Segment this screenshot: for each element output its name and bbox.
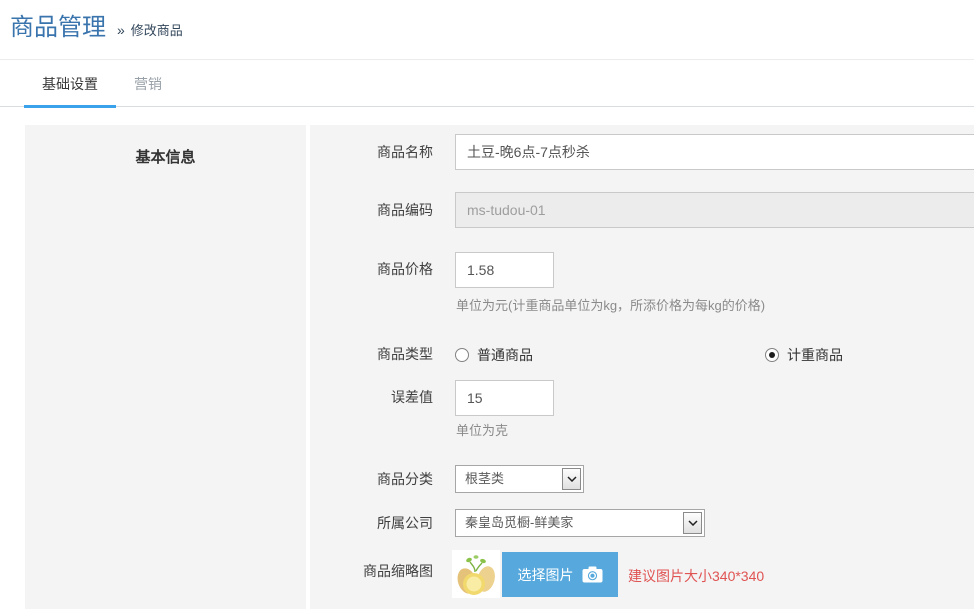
image-size-hint: 建议图片大小340*340 (628, 566, 764, 586)
choose-image-button[interactable]: 选择图片 (502, 552, 618, 597)
tab-label: 营销 (134, 76, 162, 92)
product-code-input (455, 192, 974, 228)
breadcrumb-separator-icon: » (117, 22, 125, 38)
company-select[interactable]: 秦皇岛觅橱-鲜美家 (455, 509, 705, 537)
tab-basic-settings[interactable]: 基础设置 (24, 61, 116, 108)
sidebar: 基本信息 (25, 125, 306, 609)
product-edit-page: 商品管理 » 修改商品 基础设置 营销 基本信息 商品名称 商品编码 商品价格 单… (0, 0, 974, 609)
radio-normal-product[interactable]: 普通商品 (455, 345, 533, 365)
category-selected-value: 根茎类 (465, 466, 504, 492)
form-panel: 商品名称 商品编码 商品价格 单位为元(计重商品单位为kg，所添价格为每kg的价… (310, 125, 974, 609)
tolerance-label: 误差值 (337, 387, 433, 407)
sidebar-section-basic-info: 基本信息 (25, 125, 306, 167)
content-area: 基本信息 商品名称 商品编码 商品价格 单位为元(计重商品单位为kg，所添价格为… (0, 125, 974, 609)
radio-circle-icon (455, 348, 469, 362)
chevron-down-icon (562, 468, 581, 490)
potato-image (452, 550, 500, 598)
radio-label: 普通商品 (477, 345, 533, 365)
product-type-label: 商品类型 (337, 344, 433, 364)
page-header: 商品管理 » 修改商品 (0, 0, 974, 60)
thumbnail-label: 商品缩略图 (337, 561, 433, 581)
choose-image-label: 选择图片 (518, 565, 574, 585)
camera-icon (582, 566, 603, 583)
radio-weighed-product[interactable]: 计重商品 (765, 345, 843, 365)
product-name-label: 商品名称 (337, 142, 433, 162)
breadcrumb: » 修改商品 (117, 20, 183, 39)
product-code-label: 商品编码 (337, 200, 433, 220)
chevron-down-icon (683, 512, 702, 534)
price-unit-hint: 单位为元(计重商品单位为kg，所添价格为每kg的价格) (456, 295, 765, 314)
thumbnail-preview-image (452, 550, 500, 598)
company-label: 所属公司 (337, 513, 433, 533)
product-price-input[interactable] (455, 252, 554, 288)
page-title: 商品管理 (10, 7, 106, 42)
company-selected-value: 秦皇岛觅橱-鲜美家 (465, 510, 573, 536)
tab-label: 基础设置 (42, 76, 98, 92)
breadcrumb-current: 修改商品 (131, 23, 183, 38)
category-label: 商品分类 (337, 469, 433, 489)
product-name-input[interactable] (455, 134, 974, 170)
tab-marketing[interactable]: 营销 (116, 61, 180, 107)
product-price-label: 商品价格 (337, 259, 433, 279)
tab-bar: 基础设置 营销 (0, 61, 974, 107)
radio-circle-icon (765, 348, 779, 362)
tolerance-unit-hint: 单位为克 (456, 420, 508, 439)
category-select[interactable]: 根茎类 (455, 465, 584, 493)
tolerance-input[interactable] (455, 380, 554, 416)
radio-label: 计重商品 (787, 345, 843, 365)
